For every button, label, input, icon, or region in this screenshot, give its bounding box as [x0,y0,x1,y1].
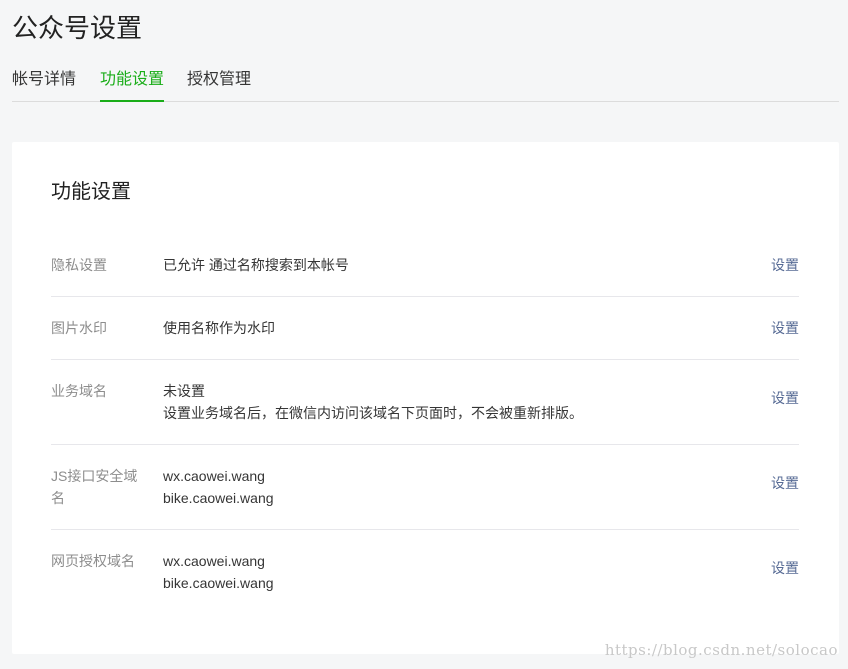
card-title: 功能设置 [51,181,131,203]
settings-card: 功能设置 隐私设置 已允许 通过名称搜索到本帐号 设置 图片水印 使用名称作为水… [12,142,839,654]
setting-label: 业务域名 [51,383,107,399]
setting-value-line: wx.caowei.wang [163,553,265,569]
setting-value-line: 设置业务域名后，在微信内访问该域名下页面时，不会被重新排版。 [163,405,583,421]
setting-row-image-watermark: 图片水印 使用名称作为水印 设置 [51,297,799,360]
watermark-text: https://blog.csdn.net/solocao [604,641,838,659]
setting-value: wx.caowei.wang bike.caowei.wang [163,465,274,509]
setting-row-js-domain: JS接口安全域名 wx.caowei.wang bike.caowei.wang… [51,445,799,530]
setting-row-business-domain: 业务域名 未设置 设置业务域名后，在微信内访问该域名下页面时，不会被重新排版。 … [51,360,799,445]
business-domain-settings-link[interactable]: 设置 [771,387,799,409]
privacy-settings-link[interactable]: 设置 [771,254,799,276]
setting-value-line: 已允许 通过名称搜索到本帐号 [163,257,349,273]
setting-label: 图片水印 [51,320,107,336]
setting-value: 使用名称作为水印 [163,317,275,339]
tab-bar: 帐号详情 功能设置 授权管理 [12,62,839,102]
setting-value-line: 使用名称作为水印 [163,320,275,336]
setting-value-line: 未设置 [163,383,205,399]
oauth-domain-settings-link[interactable]: 设置 [771,557,799,579]
setting-value: wx.caowei.wang bike.caowei.wang [163,550,274,594]
settings-list: 隐私设置 已允许 通过名称搜索到本帐号 设置 图片水印 使用名称作为水印 设置 … [51,231,799,614]
setting-value-line: wx.caowei.wang [163,468,265,484]
setting-label: 隐私设置 [51,257,107,273]
js-domain-settings-link[interactable]: 设置 [771,472,799,494]
page-title: 公众号设置 [12,13,143,43]
setting-value-line: bike.caowei.wang [163,575,274,591]
setting-row-oauth-domain: 网页授权域名 wx.caowei.wang bike.caowei.wang 设… [51,530,799,614]
setting-label: JS接口安全域名 [51,468,138,506]
tab-authorization-management[interactable]: 授权管理 [187,62,251,100]
tab-account-details[interactable]: 帐号详情 [12,62,76,100]
setting-label: 网页授权域名 [51,553,135,569]
watermark-settings-link[interactable]: 设置 [771,317,799,339]
setting-row-privacy: 隐私设置 已允许 通过名称搜索到本帐号 设置 [51,231,799,297]
setting-value: 未设置 设置业务域名后，在微信内访问该域名下页面时，不会被重新排版。 [163,380,583,424]
tab-feature-settings[interactable]: 功能设置 [100,62,165,102]
setting-value-line: bike.caowei.wang [163,490,274,506]
setting-value: 已允许 通过名称搜索到本帐号 [163,254,349,276]
